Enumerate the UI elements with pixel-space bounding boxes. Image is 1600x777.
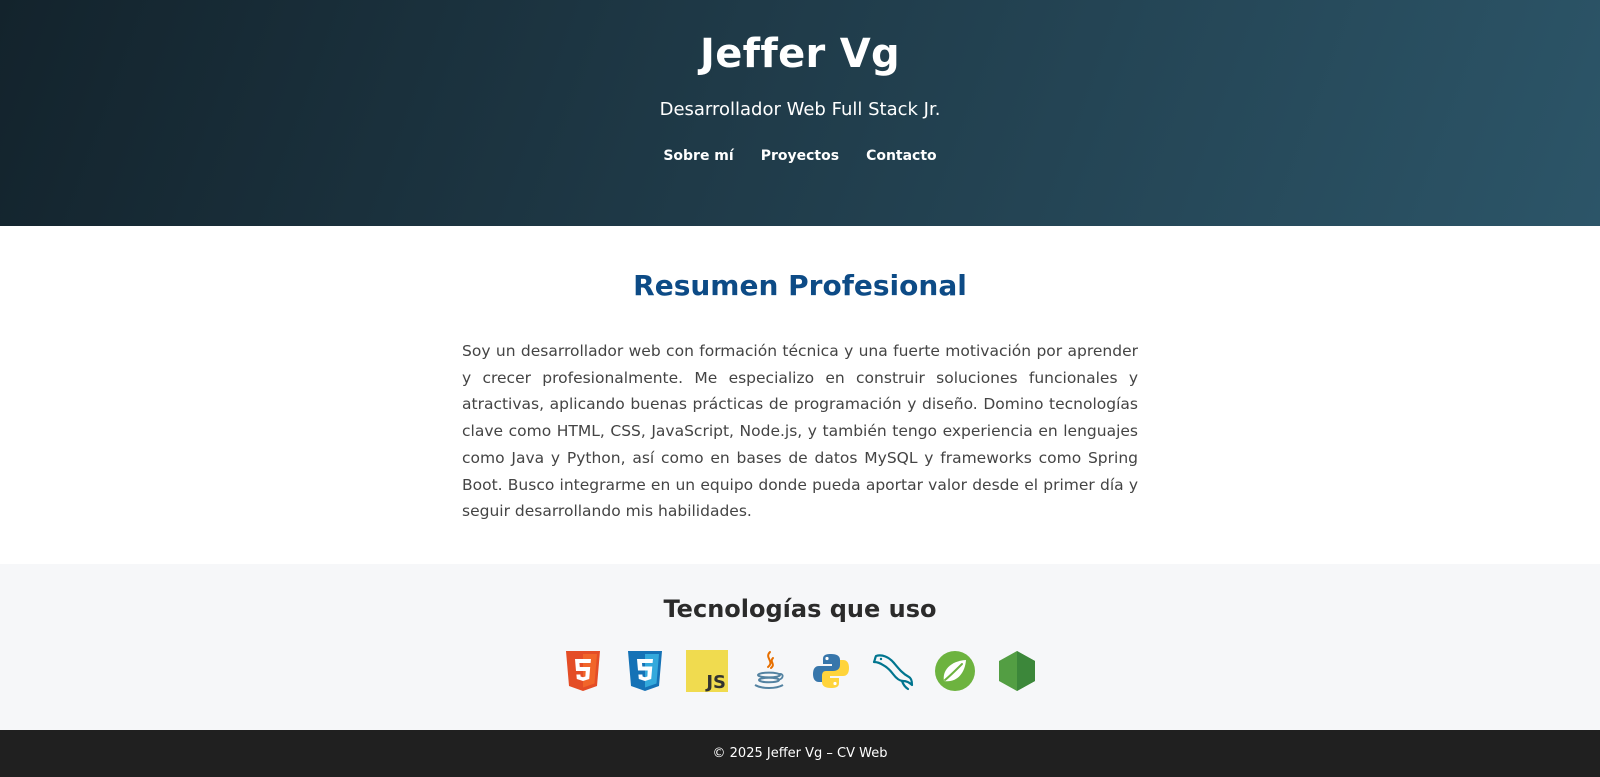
page-title: Jeffer Vg <box>700 31 900 77</box>
java-icon <box>748 650 790 692</box>
summary-text: Soy un desarrollador web con formación t… <box>462 342 1138 521</box>
summary-title: Resumen Profesional <box>633 269 967 302</box>
nav-link-sobre-mi[interactable]: Sobre mí <box>663 148 733 164</box>
css3-icon <box>624 650 666 692</box>
summary-section: Resumen Profesional Soy un desarrollador… <box>0 226 1600 564</box>
page-subtitle: Desarrollador Web Full Stack Jr. <box>659 99 941 120</box>
technologies-title: Tecnologías que uso <box>663 595 937 623</box>
footer-copyright: © 2025 Jeffer Vg – CV Web <box>712 746 888 761</box>
spring-icon <box>934 650 976 692</box>
mysql-icon <box>872 650 914 692</box>
nav-link-proyectos[interactable]: Proyectos <box>761 148 839 164</box>
javascript-icon: JS <box>686 650 728 692</box>
technology-icons: JS <box>0 650 1600 692</box>
nav-link-contacto[interactable]: Contacto <box>866 148 937 164</box>
python-icon <box>810 650 852 692</box>
svg-text:JS: JS <box>704 672 726 692</box>
html5-icon <box>562 650 604 692</box>
hero-header: Jeffer Vg Desarrollador Web Full Stack J… <box>0 0 1600 226</box>
nodejs-icon <box>996 650 1038 692</box>
technologies-section: Tecnologías que uso JS <box>0 564 1600 730</box>
site-footer: © 2025 Jeffer Vg – CV Web <box>0 730 1600 777</box>
main-nav: Sobre mí Proyectos Contacto <box>0 148 1600 164</box>
